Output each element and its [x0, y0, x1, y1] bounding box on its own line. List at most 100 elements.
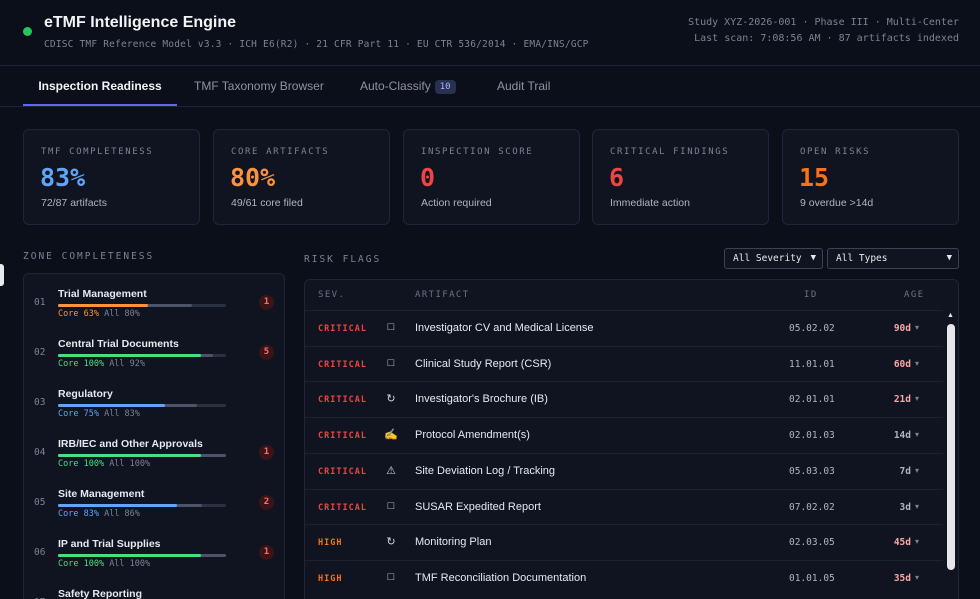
zone-name: Trial Management [58, 288, 147, 300]
chevron-down-icon[interactable]: ▾ [915, 537, 919, 546]
zone-row[interactable]: 03 Regulatory Core 75% All 83% [24, 378, 284, 428]
zone-core-pct: Core 83% [58, 509, 99, 519]
risk-row[interactable]: HIGH ↻ Monitoring Plan 02.03.05 45d ▾ [305, 524, 943, 560]
zone-flag-count: 1 [259, 445, 274, 460]
column-header-id[interactable]: ID [804, 290, 818, 300]
zone-core-pct: Core 100% [58, 359, 105, 369]
column-header-age[interactable]: AGE [904, 290, 924, 300]
auto-classify-count-badge: 10 [434, 80, 456, 94]
zone-row[interactable]: 05 Site Management Core 83% All 86% 2 [24, 478, 284, 528]
zone-core-fill [58, 354, 201, 357]
risk-row[interactable]: CRITICAL □ SUSAR Expedited Report 07.02.02 3… [305, 488, 943, 525]
kpi-subtext: 72/87 artifacts [41, 197, 107, 209]
zone-all-pct: All 80% [104, 309, 140, 319]
column-header-severity[interactable]: SEV. [318, 290, 345, 300]
chevron-down-icon[interactable]: ▾ [915, 573, 919, 582]
zone-stats: Core 75% All 83% [58, 409, 140, 419]
artifact-age: 7d [899, 465, 911, 477]
artifact-name: Clinical Study Report (CSR) [415, 357, 552, 370]
zone-name: IRB/IEC and Other Approvals [58, 438, 203, 450]
zone-core-pct: Core 100% [58, 459, 105, 469]
zone-row[interactable]: 06 IP and Trial Supplies Core 100% All 100… [24, 528, 284, 578]
risk-row[interactable]: CRITICAL ✍ Protocol Amendment(s) 02.01.03 14… [305, 417, 943, 453]
zone-flag-count: 1 [259, 295, 274, 310]
tab-label: Audit Trail [497, 79, 551, 93]
zone-core-pct: Core 100% [58, 559, 105, 569]
kpi-value: 80% [230, 163, 276, 192]
zone-progress-bar [58, 304, 226, 307]
tab-tmf-taxonomy-browser[interactable]: TMF Taxonomy Browser [194, 66, 324, 106]
artifact-id: 02.01.03 [789, 430, 835, 442]
app-header: eTMF Intelligence Engine CDISC TMF Refer… [0, 0, 980, 66]
kpi-value: 15 [799, 163, 830, 192]
document-icon: □ [387, 570, 395, 583]
zone-core-fill [58, 404, 165, 407]
artifact-id: 05.03.03 [789, 465, 835, 477]
zone-progress-bar [58, 554, 226, 557]
tab-audit-trail[interactable]: Audit Trail [497, 66, 550, 106]
app-title: eTMF Intelligence Engine [44, 14, 237, 31]
severity-label: CRITICAL [318, 502, 367, 513]
kpi-value: 6 [609, 163, 625, 192]
study-info: Study XYZ-2026-001 · Phase III · Multi-C… [688, 17, 959, 28]
artifact-age: 21d [893, 394, 911, 406]
tab-auto-classify[interactable]: Auto-Classify 10 [360, 66, 456, 106]
chevron-down-icon[interactable]: ▾ [915, 394, 919, 403]
severity-label: HIGH [318, 573, 343, 584]
tab-label: Auto-Classify [360, 79, 431, 93]
risk-row[interactable]: CRITICAL ⚠ Site Deviation Log / Tracking 05… [305, 452, 943, 489]
zone-flag-count: 5 [259, 345, 274, 360]
zone-core-fill [58, 504, 177, 507]
kpi-label: OPEN RISKS [800, 147, 871, 157]
zone-completeness-panel: 01 Trial Management Core 63% All 80% 1 02 Cen… [23, 273, 285, 599]
zone-core-fill [58, 454, 201, 457]
chevron-down-icon[interactable]: ▾ [915, 502, 919, 511]
risk-row[interactable]: CRITICAL ↻ Investigator's Brochure (IB) 02.… [305, 381, 943, 417]
artifact-id: 11.01.01 [789, 358, 835, 370]
tab-label: Inspection Readiness [38, 79, 162, 93]
zone-number: 03 [34, 397, 46, 408]
zone-row[interactable]: 07Safety Reporting [24, 578, 284, 599]
column-header-artifact[interactable]: ARTIFACT [415, 290, 470, 300]
artifact-age: 14d [893, 430, 911, 442]
kpi-card-critical-findings: CRITICAL FINDINGS 6 Immediate action [592, 129, 769, 225]
scroll-thumb[interactable] [947, 324, 955, 570]
side-handle[interactable] [0, 264, 4, 286]
severity-filter-select[interactable]: All Severity ▼ [724, 248, 823, 269]
zone-all-pct: All 86% [104, 509, 140, 519]
zone-all-pct: All 100% [109, 459, 151, 469]
risk-row[interactable]: HIGH □ TMF Reconciliation Documentation 01.… [305, 559, 943, 596]
artifact-age: 45d [893, 537, 911, 549]
zone-core-pct: Core 75% [58, 409, 99, 419]
tab-label: TMF Taxonomy Browser [194, 79, 324, 93]
risk-row[interactable]: CRITICAL □ Clinical Study Report (CSR) 11.0… [305, 345, 943, 382]
zone-core-fill [58, 304, 148, 307]
signature-icon: ✍ [384, 429, 398, 442]
zone-name: Site Management [58, 488, 145, 500]
chevron-down-icon[interactable]: ▾ [915, 430, 919, 439]
chevron-down-icon[interactable]: ▾ [915, 359, 919, 368]
app-subtitle: CDISC TMF Reference Model v3.3 · ICH E6(… [44, 39, 589, 50]
zone-all-pct: All 100% [109, 559, 151, 569]
risk-flags-heading: RISK FLAGS [304, 254, 382, 265]
zone-row[interactable]: 02 Central Trial Documents Core 100% All 9… [24, 328, 284, 378]
type-filter-select[interactable]: All Types ▼ [827, 248, 959, 269]
zone-name: IP and Trial Supplies [58, 538, 161, 550]
zone-number: 02 [34, 347, 46, 358]
tab-inspection-readiness[interactable]: Inspection Readiness [23, 66, 177, 106]
zone-row[interactable]: 01 Trial Management Core 63% All 80% 1 [24, 278, 284, 328]
artifact-name: Protocol Amendment(s) [415, 429, 530, 442]
risk-row[interactable]: CRITICAL □ Investigator CV and Medical Lic… [305, 310, 943, 346]
table-scrollbar[interactable]: ▲ [945, 310, 958, 599]
severity-label: HIGH [318, 538, 343, 549]
zone-row[interactable]: 04 IRB/IEC and Other Approvals Core 100% A… [24, 428, 284, 478]
zone-stats: Core 100% All 92% [58, 359, 145, 369]
zone-all-pct: All 83% [104, 409, 140, 419]
chevron-down-icon[interactable]: ▾ [915, 323, 919, 332]
scroll-up-icon[interactable]: ▲ [947, 312, 954, 319]
zone-progress-bar [58, 354, 226, 357]
zone-name: Central Trial Documents [58, 338, 179, 350]
artifact-id: 02.01.01 [789, 394, 835, 406]
chevron-down-icon[interactable]: ▾ [915, 466, 919, 475]
zone-stats: Core 100% All 100% [58, 459, 150, 469]
